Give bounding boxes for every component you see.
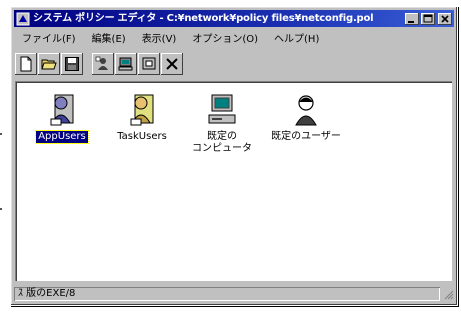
save-button[interactable]: [61, 53, 83, 75]
remove-icon: [166, 58, 178, 70]
menu-file[interactable]: ファイル(F): [14, 30, 84, 45]
user-group-icon: [130, 94, 154, 126]
scan-mark: [0, 133, 2, 135]
add-computer-button[interactable]: [115, 53, 137, 75]
add-user-icon: [95, 56, 108, 70]
policy-editor-window: システム ポリシー エディタ - C:¥network¥policy files…: [10, 6, 458, 306]
maximize-button[interactable]: [421, 12, 435, 25]
remove-button[interactable]: [161, 53, 183, 75]
computer-icon: [208, 94, 236, 124]
title-bar[interactable]: システム ポリシー エディタ - C:¥network¥policy files…: [14, 10, 454, 27]
maximize-icon: [423, 14, 433, 22]
new-button[interactable]: [15, 53, 37, 75]
close-icon: [441, 14, 449, 23]
scan-mark: [0, 208, 2, 210]
menu-options[interactable]: オプション(O): [184, 30, 266, 45]
add-computer-icon: [118, 57, 133, 71]
policy-items-view[interactable]: AppUsers TaskUsers 既定の コンピュータ 既定のユーザー: [15, 81, 452, 281]
save-floppy-icon: [65, 57, 79, 71]
minimize-icon: [408, 20, 414, 23]
item-label: 既定のユーザー: [271, 131, 341, 142]
item-label: TaskUsers: [117, 131, 167, 142]
status-text: ｽ 版のEXE/8: [14, 287, 440, 301]
add-group-button[interactable]: [138, 53, 160, 75]
menu-bar: ファイル(F) 編集(E) 表示(V) オプション(O) ヘルプ(H): [14, 29, 454, 46]
menu-view[interactable]: 表示(V): [134, 30, 185, 45]
new-document-icon: [20, 56, 32, 72]
status-bar: ｽ 版のEXE/8: [14, 286, 454, 302]
item-label: AppUsers: [35, 130, 89, 144]
list-item[interactable]: 既定のユーザー: [267, 93, 345, 143]
list-item[interactable]: 既定の コンピュータ: [183, 93, 261, 155]
list-item[interactable]: AppUsers: [23, 93, 101, 144]
minimize-button[interactable]: [405, 12, 419, 25]
add-group-icon: [142, 57, 156, 70]
user-icon: [295, 95, 317, 126]
list-item[interactable]: TaskUsers: [103, 93, 181, 143]
toolbar: [15, 51, 453, 77]
app-icon[interactable]: [16, 12, 30, 26]
item-label: 既定の コンピュータ: [192, 131, 252, 154]
menu-help[interactable]: ヘルプ(H): [266, 30, 327, 45]
add-user-button[interactable]: [92, 53, 114, 75]
close-button[interactable]: [438, 12, 452, 25]
user-group-icon: [50, 94, 74, 126]
resize-grip[interactable]: [442, 288, 454, 300]
window-title: システム ポリシー エディタ - C:¥network¥policy files…: [33, 13, 374, 24]
open-folder-icon: [41, 59, 57, 70]
resize-grip-icon: [444, 290, 454, 300]
menu-edit[interactable]: 編集(E): [84, 30, 134, 45]
open-button[interactable]: [38, 53, 60, 75]
